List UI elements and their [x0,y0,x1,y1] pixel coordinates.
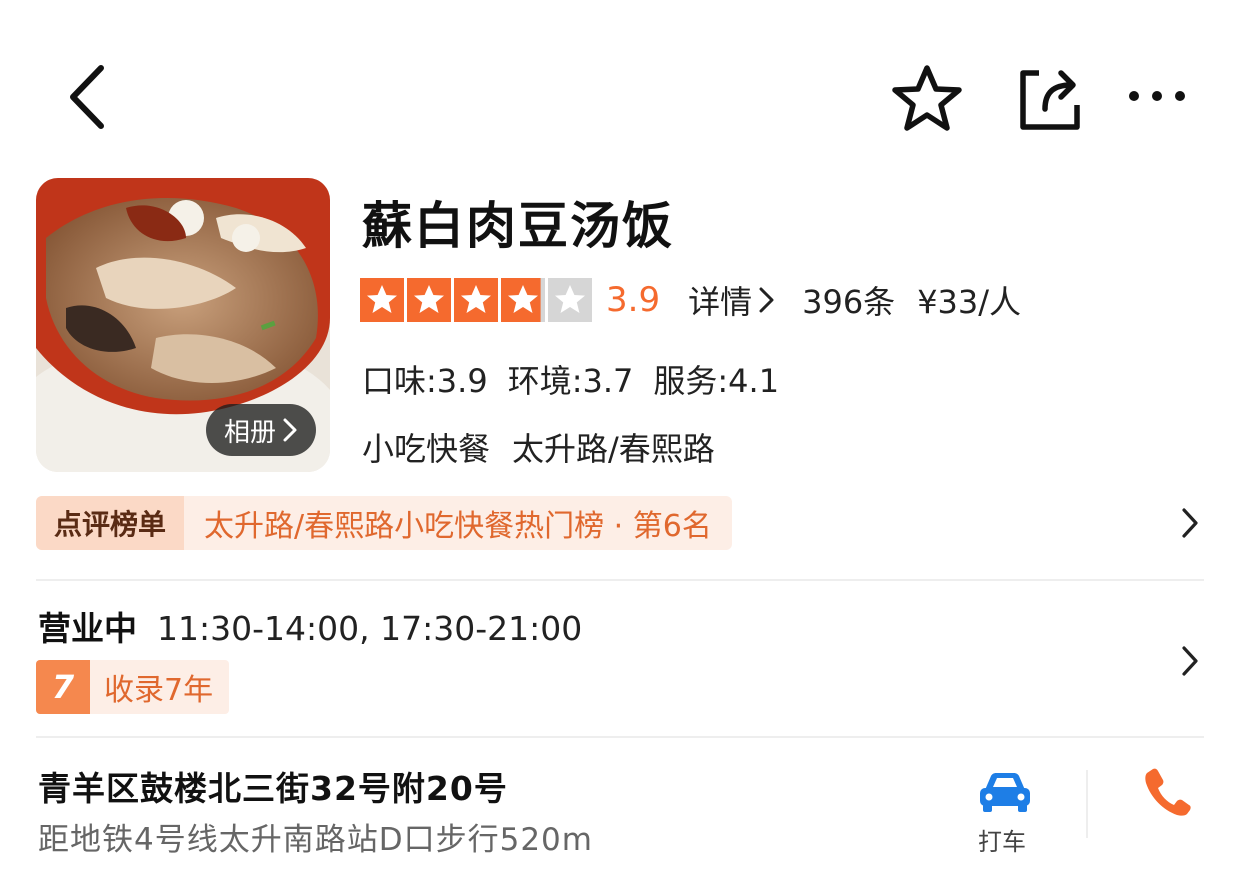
detail-label: 详情 [688,283,753,321]
environment-score: 环境:3.7 [507,362,634,400]
chevron-right-icon [1182,508,1198,538]
address[interactable]: 青羊区鼓楼北三街32号附20号 [38,762,508,810]
hours-chevron[interactable] [1180,644,1200,682]
rating-star-icon [454,278,498,322]
ranking-badge: 点评榜单 [36,496,185,550]
category-row: 小吃快餐 太升路/春熙路 [362,424,715,470]
phone-icon [1145,768,1191,816]
more-dots-icon [1129,91,1185,101]
rating-score: 3.9 [606,280,661,320]
shop-name: 蘇白肉豆汤饭 [362,197,674,255]
divider [36,579,1204,581]
rating-row: 3.9 详情 396条 ¥33/人 [360,276,1021,324]
opening-times: 11:30-14:00, 17:30-21:00 [157,609,583,648]
chevron-right-icon [283,418,297,442]
review-count[interactable]: 396条 [802,277,895,323]
car-icon [980,773,1030,812]
years-text: 收录7年 [104,673,214,708]
back-button[interactable] [52,60,122,134]
more-button[interactable] [1124,78,1190,114]
price-per-person: ¥33/人 [917,283,1022,321]
open-status: 营业中 [38,609,137,648]
rating-star-icon [407,278,451,322]
rating-star-icon [548,278,592,322]
chevron-right-icon [1182,646,1198,676]
listed-years-badge: 7 收录7年 [36,660,230,714]
ranking-banner[interactable]: 点评榜单 太升路/春熙路小吃快餐热门榜 · 第6名 [36,496,732,550]
chevron-left-icon [70,65,104,129]
album-button[interactable]: 相册 [205,404,316,456]
favorite-button[interactable] [888,62,966,134]
sub-scores: 口味:3.9 环境:3.7 服务:4.1 [362,356,779,402]
taste-score: 口味:3.9 [362,362,488,400]
chevron-right-icon [759,287,774,313]
taxi-label[interactable]: 打车 [978,822,1026,857]
rating-star-icon [360,278,404,322]
shop-cover-photo[interactable]: 相册 [36,178,330,472]
vertical-divider [1086,770,1088,838]
business-hours[interactable]: 营业中 11:30-14:00, 17:30-21:00 [38,602,582,650]
album-label: 相册 [223,417,276,448]
area[interactable]: 太升路/春熙路 [512,424,715,470]
call-button[interactable] [1140,764,1194,818]
ranking-text: 太升路/春熙路小吃快餐热门榜 · 第6名 [204,509,712,544]
service-score: 服务:4.1 [653,362,780,400]
taxi-button[interactable] [974,768,1036,816]
ranking-chevron[interactable] [1180,506,1200,544]
rating-detail-link[interactable]: 详情 [688,277,776,323]
star-rating [360,278,592,322]
divider [36,736,1204,738]
rating-star-icon [501,278,545,322]
metro-distance: 距地铁4号线太升南路站D口步行520m [38,822,593,858]
star-outline-icon [892,65,962,131]
category[interactable]: 小吃快餐 [362,424,490,470]
years-number: 7 [36,660,90,714]
share-icon [1020,70,1080,130]
share-button[interactable] [1012,62,1084,134]
